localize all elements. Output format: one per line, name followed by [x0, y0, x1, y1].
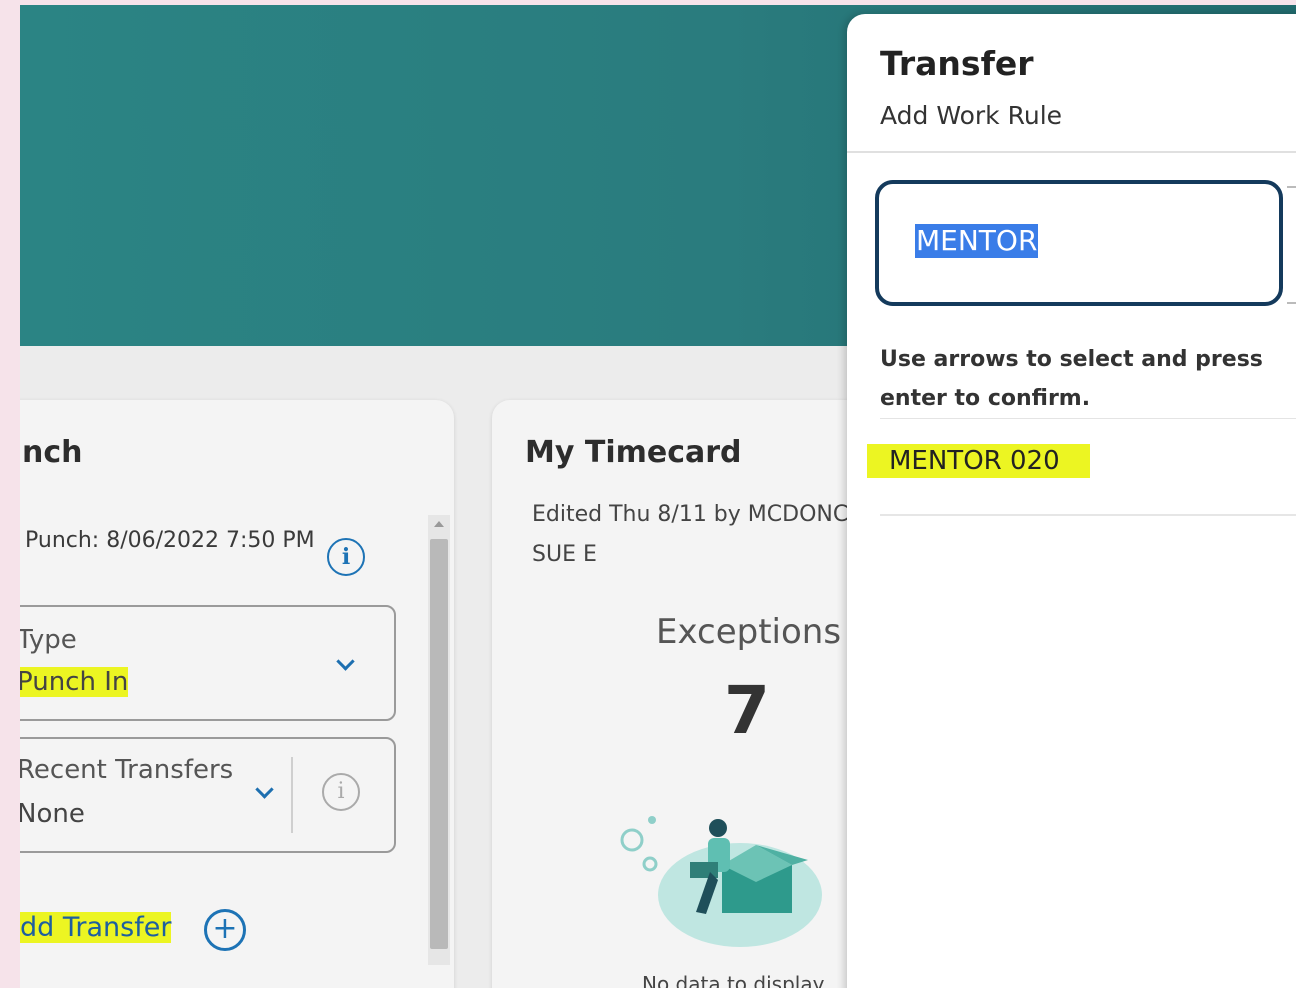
- add-transfer-link[interactable]: dd Transfer: [20, 912, 172, 943]
- work-rule-search-input[interactable]: MENTOR: [875, 180, 1283, 306]
- divider: [880, 514, 1296, 516]
- edited-info-line2: SUE E: [532, 542, 597, 567]
- panel-subtitle: Add Work Rule: [880, 101, 1063, 130]
- punch-card-title: nch: [22, 435, 83, 470]
- add-circle-icon[interactable]: +: [204, 909, 246, 951]
- divider: [880, 418, 1296, 419]
- field-separator: [291, 757, 293, 833]
- add-transfer-label: dd Transfer: [20, 912, 172, 943]
- punch-type-select[interactable]: Type Punch In: [20, 605, 396, 721]
- scroll-up-arrow-icon[interactable]: [434, 521, 444, 527]
- info-icon[interactable]: i: [327, 538, 365, 576]
- last-punch-text: Punch: 8/06/2022 7:50 PM: [25, 528, 315, 553]
- punch-type-value: Punch In: [20, 667, 129, 697]
- no-data-text: No data to display: [642, 972, 825, 988]
- divider: [847, 151, 1296, 153]
- transfer-panel: Transfer Add Work Rule MENTOR Use arrows…: [847, 14, 1296, 988]
- timecard-title[interactable]: My Timecard: [525, 435, 742, 470]
- search-input-value[interactable]: MENTOR: [915, 224, 1039, 258]
- recent-transfers-select[interactable]: Recent Transfers None i: [20, 737, 396, 853]
- scrollbar[interactable]: [428, 515, 450, 965]
- exceptions-count[interactable]: 7: [724, 672, 770, 749]
- edited-info-line1: Edited Thu 8/11 by MCDONC: [532, 502, 849, 527]
- exceptions-label: Exceptions: [656, 612, 842, 652]
- recent-transfers-label: Recent Transfers: [20, 755, 234, 785]
- work-rule-option[interactable]: MENTOR 020: [867, 444, 1090, 478]
- recent-transfers-value: None: [20, 799, 85, 829]
- punch-type-value-text: Punch In: [20, 667, 129, 697]
- punch-type-label: Type: [20, 625, 77, 655]
- chevron-down-icon[interactable]: [255, 780, 274, 799]
- punch-card: nch Punch: 8/06/2022 7:50 PM i Type Punc…: [20, 400, 454, 988]
- empty-state-illustration: [620, 816, 822, 947]
- chevron-down-icon[interactable]: [336, 652, 355, 671]
- selection-hint: Use arrows to select and press enter to …: [880, 347, 1263, 411]
- adjacent-field-edge: [1287, 186, 1296, 304]
- app-viewport: nch Punch: 8/06/2022 7:50 PM i Type Punc…: [20, 5, 1296, 988]
- info-icon[interactable]: i: [322, 773, 360, 811]
- scroll-thumb[interactable]: [430, 539, 448, 949]
- panel-title: Transfer: [880, 44, 1034, 83]
